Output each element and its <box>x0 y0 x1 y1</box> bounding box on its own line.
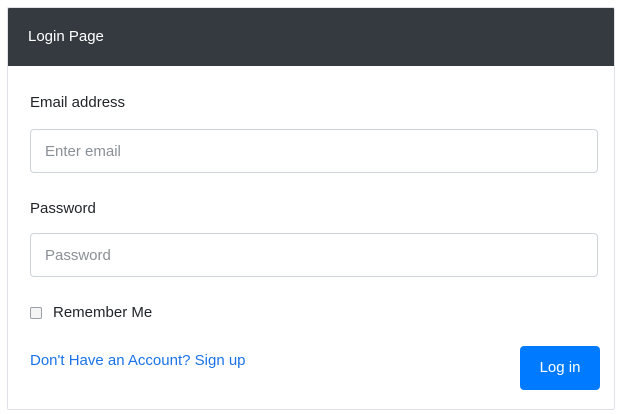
email-label: Email address <box>30 94 126 111</box>
login-card: Login Page Email address Password Rememb… <box>7 7 615 410</box>
email-field[interactable] <box>30 129 598 173</box>
remember-me-label: Remember Me <box>53 304 153 321</box>
signup-link[interactable]: Don't Have an Account? Sign up <box>30 352 246 369</box>
card-header: Login Page <box>8 8 614 66</box>
login-button[interactable]: Log in <box>520 346 600 390</box>
password-field[interactable] <box>30 233 598 277</box>
password-label: Password <box>30 200 96 217</box>
remember-me-row: Remember Me <box>30 304 152 321</box>
page-title: Login Page <box>28 28 104 45</box>
remember-me-checkbox[interactable] <box>30 306 42 319</box>
